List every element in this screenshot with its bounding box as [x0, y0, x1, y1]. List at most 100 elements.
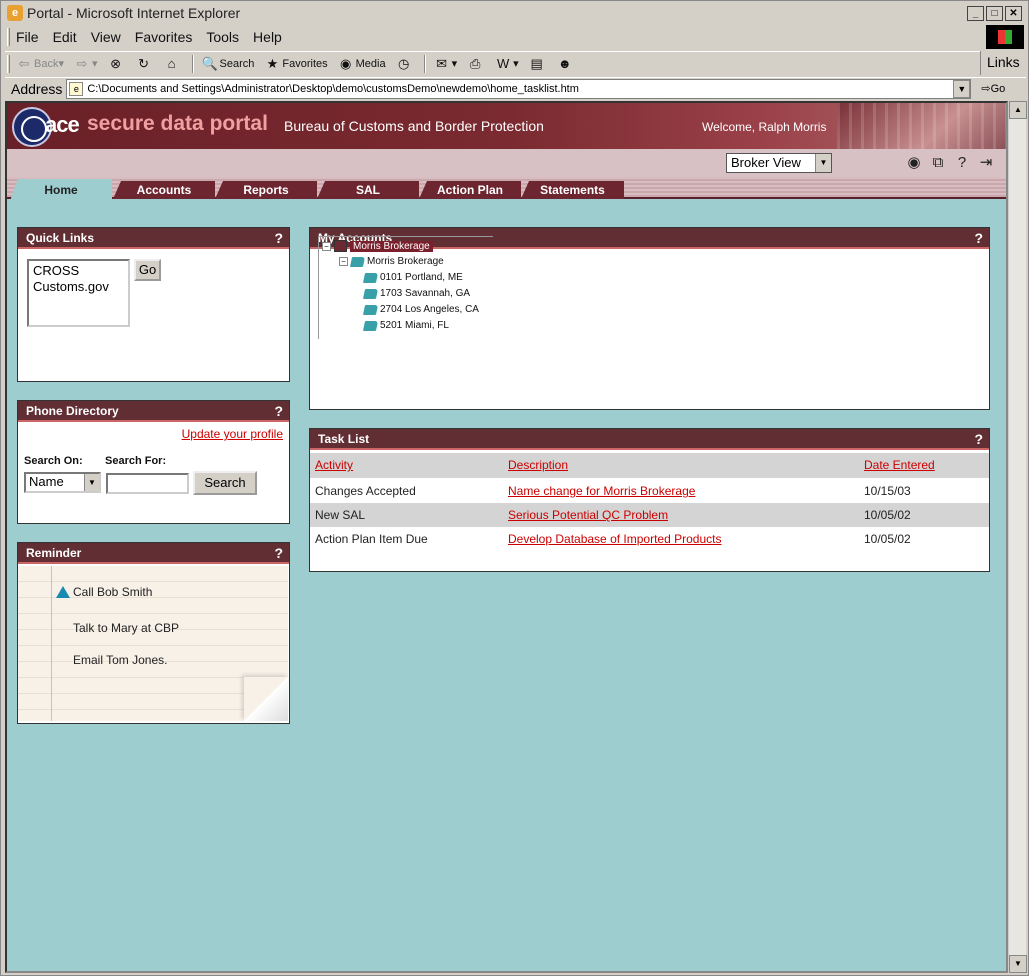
- mail-button[interactable]: ✉ ▾: [434, 55, 457, 72]
- address-input[interactable]: e C:\Documents and Settings\Administrato…: [66, 78, 972, 99]
- close-button[interactable]: ✕: [1005, 5, 1022, 21]
- help-icon[interactable]: ?: [274, 230, 283, 246]
- task-list-header: Task List ?: [310, 429, 989, 450]
- phone-directory-header: Phone Directory ?: [18, 401, 289, 422]
- quick-links-list[interactable]: CROSS Customs.gov: [27, 259, 130, 327]
- tree-node[interactable]: − Morris Brokerage: [339, 256, 444, 267]
- quick-links-panel: Quick Links ? CROSS Customs.gov Go: [17, 227, 290, 382]
- back-button[interactable]: ⇦ Back ▾: [16, 56, 64, 72]
- edit-button[interactable]: W ▾: [495, 56, 519, 72]
- help-icon[interactable]: ?: [974, 431, 983, 447]
- folder-icon: [362, 272, 379, 283]
- windows-logo: [986, 25, 1024, 49]
- help-icon[interactable]: ?: [974, 230, 983, 246]
- address-dropdown-icon[interactable]: ▼: [953, 79, 971, 98]
- menu-view[interactable]: View: [91, 29, 121, 45]
- print-icon: ⎙: [469, 55, 481, 71]
- search-button[interactable]: 🔍 Search: [201, 55, 254, 72]
- tree-leaf[interactable]: 2704 Los Angeles, CA: [362, 304, 479, 315]
- tree-leaf[interactable]: 5201 Miami, FL: [362, 320, 449, 331]
- menu-tools[interactable]: Tools: [206, 29, 239, 45]
- window-title: Portal - Microsoft Internet Explorer: [27, 5, 241, 21]
- warning-icon: [56, 586, 70, 598]
- back-arrow-icon: ⇦: [18, 55, 30, 71]
- list-item[interactable]: CROSS: [33, 263, 124, 279]
- help-icon[interactable]: ?: [953, 154, 971, 172]
- favorites-button[interactable]: ★ Favorites: [264, 56, 328, 72]
- scroll-down-icon[interactable]: ▼: [1009, 955, 1027, 973]
- table-row: Changes Accepted Name change for Morris …: [315, 484, 911, 498]
- reminder-item: Talk to Mary at CBP: [73, 621, 180, 635]
- chevron-down-icon: ▼: [815, 154, 831, 172]
- help-icon[interactable]: ?: [274, 545, 283, 561]
- search-on-select[interactable]: Name ▼: [24, 472, 101, 493]
- column-activity[interactable]: Activity: [315, 458, 353, 472]
- column-description[interactable]: Description: [508, 458, 568, 472]
- sub-header: Broker View ▼ ◉ ⧉ ? ⇥: [7, 149, 1006, 177]
- phone-directory-title: Phone Directory: [26, 404, 119, 418]
- task-link[interactable]: Name change for Morris Brokerage: [508, 484, 695, 498]
- quick-links-go-button[interactable]: Go: [134, 259, 161, 281]
- menu-file[interactable]: File: [16, 29, 39, 45]
- history-button[interactable]: ◷: [396, 56, 414, 72]
- welcome-text: Welcome, Ralph Morris: [702, 120, 827, 134]
- tree-root-label: Morris Brokerage: [350, 240, 433, 252]
- refresh-button[interactable]: ↻: [136, 56, 154, 72]
- menu-edit[interactable]: Edit: [53, 29, 77, 45]
- task-link[interactable]: Serious Potential QC Problem: [508, 508, 668, 522]
- view-select[interactable]: Broker View ▼: [726, 153, 832, 173]
- messenger-button[interactable]: ☻: [557, 56, 575, 72]
- stop-button[interactable]: ⊗: [108, 56, 126, 72]
- reminder-header: Reminder ?: [18, 543, 289, 564]
- task-list-title: Task List: [318, 432, 370, 446]
- tree-leaf[interactable]: 1703 Savannah, GA: [362, 288, 470, 299]
- help-icon[interactable]: ?: [274, 403, 283, 419]
- page-viewport: ace secure data portal Bureau of Customs…: [5, 101, 1008, 973]
- portal-banner: ace secure data portal Bureau of Customs…: [7, 103, 1006, 149]
- quick-links-title: Quick Links: [26, 231, 95, 245]
- task-link[interactable]: Develop Database of Imported Products: [508, 532, 721, 546]
- forward-arrow-icon: ⇨: [76, 55, 88, 71]
- logout-icon[interactable]: ⇥: [977, 154, 995, 172]
- tab-statements[interactable]: Statements: [521, 181, 624, 199]
- minimize-button[interactable]: _: [967, 5, 984, 21]
- tab-reports[interactable]: Reports: [215, 181, 317, 199]
- toolbar: ⇦ Back ▾ ⇨ ▾ ⊗ ↻ ⌂ 🔍 Search ★ Favorites ◉ Med…: [5, 51, 980, 75]
- tree-root[interactable]: − Morris Brokerage: [322, 240, 433, 252]
- links-button[interactable]: Links: [980, 51, 1024, 75]
- discuss-button[interactable]: ▤: [529, 56, 547, 72]
- tab-accounts[interactable]: Accounts: [113, 181, 215, 199]
- menu-bar: File Edit View Favorites Tools Help: [5, 25, 985, 49]
- tab-sal[interactable]: SAL: [317, 181, 419, 199]
- tree-leaf[interactable]: 0101 Portland, ME: [362, 272, 463, 283]
- go-button[interactable]: ⇨ Go: [981, 82, 1005, 96]
- search-for-input[interactable]: [106, 473, 189, 494]
- user-profile-icon[interactable]: ◉: [905, 154, 923, 172]
- search-button[interactable]: Search: [193, 471, 257, 495]
- update-profile-link[interactable]: Update your profile: [182, 427, 283, 441]
- folders-icon[interactable]: ⧉: [929, 154, 947, 172]
- column-date-entered[interactable]: Date Entered: [864, 458, 935, 472]
- search-on-value: Name: [29, 474, 64, 489]
- mail-icon: ✉: [436, 55, 448, 71]
- home-button[interactable]: ⌂: [164, 56, 182, 72]
- scroll-up-icon[interactable]: ▲: [1009, 101, 1027, 119]
- media-button[interactable]: ◉ Media: [338, 56, 386, 72]
- history-icon: ◷: [397, 55, 410, 71]
- print-button[interactable]: ⎙: [467, 56, 485, 72]
- search-icon: 🔍: [201, 55, 218, 71]
- tab-home[interactable]: Home: [10, 179, 112, 201]
- tab-action-plan[interactable]: Action Plan: [419, 181, 521, 199]
- list-item[interactable]: Customs.gov: [33, 279, 124, 295]
- menu-help[interactable]: Help: [253, 29, 282, 45]
- menu-favorites[interactable]: Favorites: [135, 29, 193, 45]
- agency-name: Bureau of Customs and Border Protection: [284, 118, 544, 134]
- vertical-scrollbar[interactable]: ▲ ▼: [1008, 101, 1027, 973]
- collapse-icon[interactable]: −: [322, 241, 331, 251]
- refresh-icon: ↻: [138, 55, 149, 71]
- address-bar: Address e C:\Documents and Settings\Admi…: [5, 77, 1026, 99]
- forward-button[interactable]: ⇨ ▾: [74, 56, 98, 72]
- collapse-icon[interactable]: −: [339, 257, 348, 266]
- maximize-button[interactable]: □: [986, 5, 1003, 21]
- folder-icon: [349, 256, 366, 267]
